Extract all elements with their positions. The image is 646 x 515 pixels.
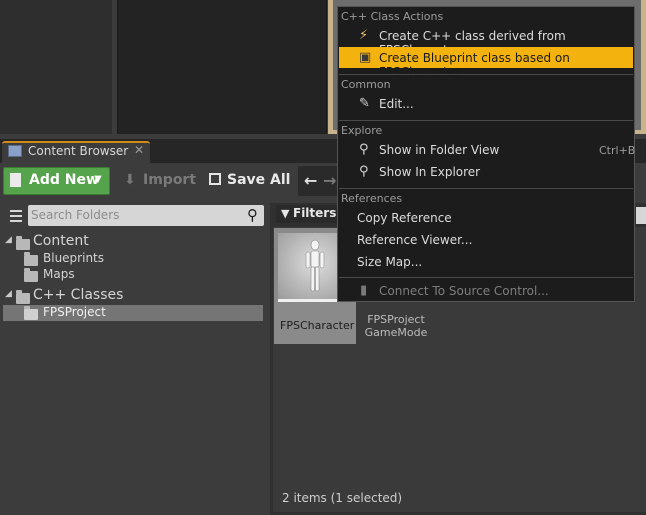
menu-item-show-in-explorer[interactable]: Show In Explorer (379, 165, 480, 179)
menu-item-copy-reference[interactable]: Copy Reference (357, 211, 452, 225)
forward-arrow-icon[interactable]: → (323, 171, 336, 190)
add-new-label: Add New (29, 172, 99, 188)
menu-item-reference-viewer[interactable]: Reference Viewer... (357, 233, 472, 247)
search-icon[interactable]: ⚲ (247, 206, 258, 224)
tab-close-icon[interactable]: ✕ (134, 143, 144, 157)
filters-label: Filters (293, 206, 337, 220)
magnifier-icon: ⚲ (359, 164, 369, 179)
menu-item-size-map[interactable]: Size Map... (357, 255, 422, 269)
tree-item-blueprints[interactable]: Blueprints (2, 251, 262, 268)
cpp-folder-icon (24, 306, 38, 320)
asset-name-label: FPSCharacter (280, 319, 355, 332)
folder-icon (16, 236, 30, 250)
source-control-icon: ▮ (360, 283, 368, 298)
tree-label: Content (33, 233, 89, 249)
import-label: Import (143, 172, 197, 188)
search-folders-input[interactable] (31, 208, 231, 222)
shortcut-label: Ctrl+B (599, 144, 636, 157)
tree-label: Blueprints (43, 251, 105, 265)
save-icon (209, 173, 221, 185)
tree-label: FPSProject (43, 305, 106, 319)
item-count-status: 2 items (1 selected) (282, 491, 403, 505)
asset-tile-fpsprojectgamemode[interactable]: FPSProject GameMode (362, 313, 430, 339)
folder-icon (24, 252, 38, 266)
menu-section-cpp-class-actions: C++ Class Actions (341, 10, 444, 23)
tree-item-fpsproject[interactable]: FPSProject (2, 305, 262, 322)
tree-collapse-arrow-icon[interactable]: ◢ (5, 289, 12, 299)
asset-search-input[interactable] (636, 207, 646, 224)
back-arrow-icon[interactable]: ← (304, 171, 317, 190)
menu-section-references: References (341, 192, 403, 205)
create-cpp-class-icon: ⚡ (359, 28, 369, 43)
menu-section-common: Common (341, 78, 391, 91)
tree-item-cpp-classes[interactable]: ◢ C++ Classes (2, 287, 262, 305)
tree-item-maps[interactable]: Maps (2, 267, 262, 284)
cpp-folder-icon (16, 290, 30, 304)
import-icon: ⬇ (124, 172, 136, 188)
menu-divider (339, 277, 633, 278)
tree-collapse-arrow-icon[interactable]: ◢ (5, 235, 12, 245)
tab-label: Content Browser (28, 144, 129, 158)
menu-item-edit[interactable]: Edit... (379, 97, 414, 111)
edit-icon: ✎ (359, 96, 370, 111)
menu-item-connect-source-control[interactable]: Connect To Source Control... (379, 284, 549, 298)
menu-divider (339, 188, 633, 189)
asset-name-label-line1: FPSProject (367, 313, 425, 326)
save-all-label: Save All (227, 172, 291, 188)
magnifier-icon: ⚲ (359, 142, 369, 157)
menu-divider (339, 74, 633, 75)
filter-icon: ▼ (281, 207, 290, 220)
folder-icon (24, 268, 38, 282)
menu-item-show-in-folder-view[interactable]: Show in Folder View (379, 143, 499, 157)
menu-section-explore: Explore (341, 124, 383, 137)
create-blueprint-class-icon: ▣ (359, 50, 372, 65)
tree-item-content[interactable]: ◢ Content (2, 233, 262, 251)
viewport-panel-left (0, 0, 112, 134)
tree-label: Maps (43, 267, 75, 281)
content-browser-icon (8, 145, 22, 157)
tree-label: C++ Classes (33, 287, 124, 303)
viewport-panel-middle (117, 0, 327, 134)
asset-name-label-line2: GameMode (364, 326, 428, 339)
dropdown-caret-icon: ▼ (94, 174, 102, 185)
sources-toggle-icon[interactable] (6, 209, 22, 223)
menu-divider (339, 120, 633, 121)
new-file-icon (10, 173, 21, 187)
